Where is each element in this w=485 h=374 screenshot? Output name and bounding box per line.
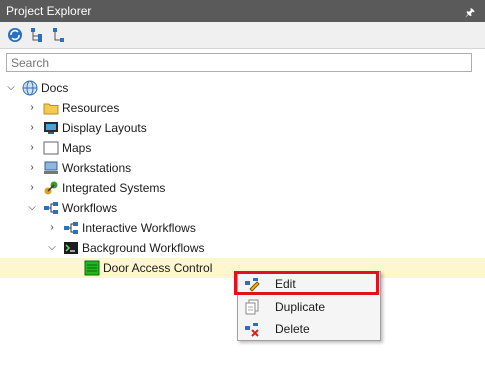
green-workflow-icon bbox=[84, 260, 100, 276]
pin-icon[interactable]: 🖈 bbox=[465, 4, 475, 23]
tree-item-label: Resources bbox=[62, 101, 120, 115]
menu-item-edit[interactable]: Edit bbox=[238, 273, 380, 295]
menu-item-label: Duplicate bbox=[275, 300, 326, 314]
menu-item-duplicate[interactable]: Duplicate bbox=[238, 296, 380, 318]
panel-titlebar: Project Explorer 🖈 bbox=[0, 0, 485, 22]
delete-icon bbox=[244, 321, 260, 337]
integrated-systems-icon bbox=[43, 180, 59, 196]
toolbar bbox=[0, 22, 485, 49]
context-menu: Edit Duplicate Delete bbox=[237, 271, 381, 341]
tree-item-label: Workflows bbox=[62, 201, 118, 215]
tree-item-label: Docs bbox=[41, 81, 69, 95]
chevron-right-icon[interactable]: › bbox=[27, 143, 37, 153]
workflow-icon bbox=[63, 220, 79, 236]
panel-title: Project Explorer bbox=[6, 4, 92, 18]
collapse-tree-icon[interactable] bbox=[50, 26, 68, 44]
globe-icon bbox=[22, 80, 38, 96]
display-layout-icon bbox=[43, 120, 59, 136]
menu-item-delete[interactable]: Delete bbox=[238, 318, 380, 340]
console-icon bbox=[63, 240, 79, 256]
workflow-icon bbox=[43, 200, 59, 216]
chevron-right-icon[interactable]: › bbox=[27, 123, 37, 133]
tree-item-label: Interactive Workflows bbox=[82, 221, 196, 235]
search-input[interactable] bbox=[6, 53, 472, 72]
sync-icon[interactable] bbox=[6, 26, 24, 44]
expand-tree-icon[interactable] bbox=[28, 26, 46, 44]
tree-item-label: Display Layouts bbox=[62, 121, 147, 135]
folder-icon bbox=[43, 100, 59, 116]
chevron-down-icon[interactable]: ⌵ bbox=[47, 243, 57, 253]
tree-item-label: Background Workflows bbox=[82, 241, 205, 255]
tree-item-label: Door Access Control bbox=[103, 261, 213, 275]
chevron-down-icon[interactable]: ⌵ bbox=[27, 203, 37, 213]
chevron-right-icon[interactable]: › bbox=[27, 103, 37, 113]
chevron-down-icon[interactable]: ⌵ bbox=[6, 83, 16, 93]
workstation-icon bbox=[43, 160, 59, 176]
chevron-right-icon[interactable]: › bbox=[27, 183, 37, 193]
duplicate-icon bbox=[244, 299, 260, 315]
edit-icon bbox=[244, 276, 260, 292]
tree-item-label: Workstations bbox=[62, 161, 132, 175]
tree-item-label: Maps bbox=[62, 141, 92, 155]
menu-item-label: Delete bbox=[275, 322, 310, 336]
chevron-right-icon[interactable]: › bbox=[47, 223, 57, 233]
chevron-right-icon[interactable]: › bbox=[27, 163, 37, 173]
map-icon bbox=[43, 140, 59, 156]
tree-item-label: Integrated Systems bbox=[62, 181, 166, 195]
menu-item-label: Edit bbox=[275, 277, 296, 291]
